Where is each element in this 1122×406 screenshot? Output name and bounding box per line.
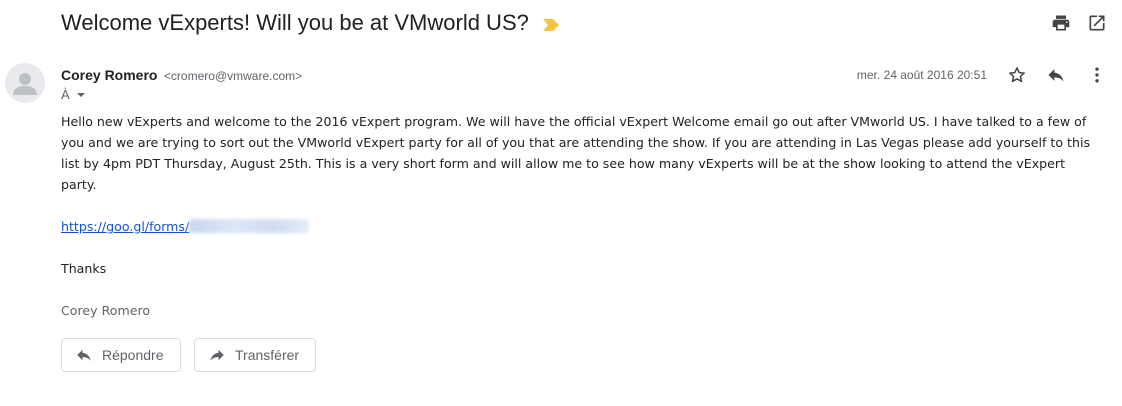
redacted-link-segment (189, 219, 310, 233)
email-body: Hello new vExperts and welcome to the 20… (61, 111, 1091, 321)
forward-icon (210, 349, 224, 361)
form-link[interactable]: https://goo.gl/forms/ (61, 219, 310, 234)
link-line: https://goo.gl/forms/ (61, 216, 1091, 237)
reply-icon[interactable] (1046, 65, 1066, 85)
email-date: mer. 24 août 2016 20:51 (856, 68, 987, 82)
signature: Corey Romero (61, 303, 151, 318)
thanks-text: Thanks (61, 261, 107, 276)
default-avatar-icon (13, 73, 37, 95)
open-in-new-window-icon[interactable] (1087, 13, 1107, 33)
star-icon[interactable] (1007, 65, 1027, 85)
form-link-text: https://goo.gl/forms/ (61, 219, 190, 234)
reply-button-label: Répondre (102, 347, 164, 363)
print-icon[interactable] (1051, 13, 1071, 33)
sender-name[interactable]: Corey Romero (61, 67, 157, 83)
recipient-details-toggle[interactable]: À (61, 87, 85, 102)
forward-button[interactable]: Transférer (194, 338, 317, 372)
chevron-down-icon (76, 93, 85, 97)
forward-button-label: Transférer (235, 347, 300, 363)
email-subject-row: Welcome vExperts! Will you be at VMworld… (61, 9, 559, 37)
avatar[interactable] (5, 63, 45, 103)
sender-email: <cromero@vmware.com> (163, 69, 303, 83)
reply-icon (77, 349, 91, 361)
reply-button[interactable]: Répondre (61, 338, 181, 372)
email-subject: Welcome vExperts! Will you be at VMworld… (61, 10, 529, 35)
recipient-label: À (61, 87, 70, 102)
importance-marker-icon[interactable] (542, 11, 559, 37)
sender-line: Corey Romero <cromero@vmware.com> (61, 67, 302, 85)
more-vert-icon[interactable] (1087, 65, 1107, 85)
body-paragraph: Hello new vExperts and welcome to the 20… (61, 114, 1091, 192)
